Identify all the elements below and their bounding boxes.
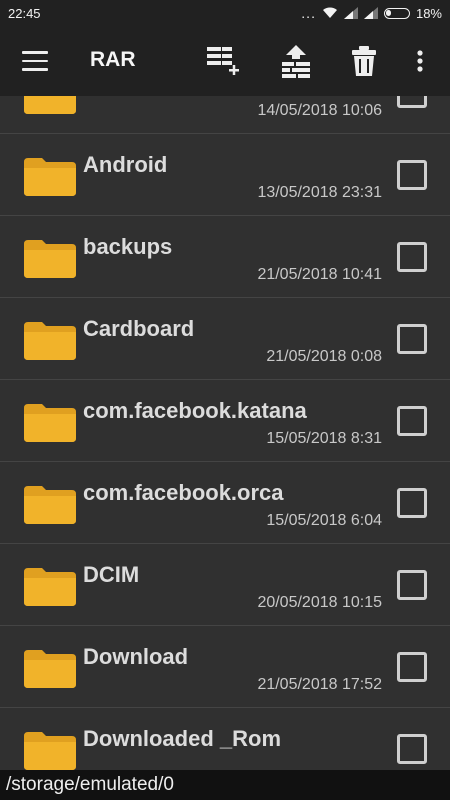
select-checkbox[interactable]	[397, 406, 427, 436]
file-name: backups	[83, 234, 173, 259]
file-name: Android	[83, 152, 168, 177]
file-row[interactable]: Android 13/05/2018 23:31	[0, 134, 450, 216]
status-icons: ... 18%	[301, 5, 442, 21]
folder-icon	[24, 96, 76, 114]
select-checkbox[interactable]	[397, 96, 427, 108]
file-name: Downloaded _Rom	[83, 726, 282, 751]
file-row[interactable]: dmap14/05/2018 10:06	[0, 96, 450, 134]
add-to-archive-icon[interactable]	[205, 43, 241, 79]
file-name: com.facebook.katana	[83, 398, 307, 423]
signal-icon	[363, 7, 378, 19]
status-bar: 22:45 ... 18%	[0, 0, 450, 26]
menu-icon[interactable]	[22, 51, 48, 71]
select-checkbox[interactable]	[397, 570, 427, 600]
file-date: 15/05/2018 6:04	[266, 512, 382, 529]
battery-icon	[383, 7, 410, 19]
file-name: Cardboard	[83, 316, 195, 341]
file-date: 21/05/2018 10:41	[257, 266, 382, 283]
signal-icon	[343, 7, 358, 19]
select-checkbox[interactable]	[397, 242, 427, 272]
select-checkbox[interactable]	[397, 160, 427, 190]
file-row[interactable]: com.facebook.katana 15/05/2018 8:31	[0, 380, 450, 462]
file-list-content: dmap14/05/2018 10:06 Android 13/05/2018 23…	[0, 96, 450, 770]
file-date: 20/05/2018 10:15	[257, 594, 382, 611]
file-date: 13/05/2018 23:31	[257, 184, 382, 201]
select-checkbox[interactable]	[397, 734, 427, 764]
status-time: 22:45	[8, 5, 41, 21]
file-row[interactable]: Downloaded _Rom	[0, 708, 450, 770]
extract-up-icon[interactable]	[278, 43, 314, 79]
folder-icon	[24, 568, 76, 606]
notification-dots: ...	[301, 5, 316, 21]
folder-icon	[24, 732, 76, 770]
folder-icon	[24, 322, 76, 360]
current-path: /storage/emulated/0	[0, 770, 450, 800]
file-name: DCIM	[83, 562, 140, 587]
file-date: 21/05/2018 0:08	[266, 348, 382, 365]
file-list[interactable]: dmap14/05/2018 10:06 Android 13/05/2018 23…	[0, 96, 450, 770]
file-row[interactable]: Download 21/05/2018 17:52	[0, 626, 450, 708]
folder-icon	[24, 158, 76, 196]
file-row[interactable]: Cardboard 21/05/2018 0:08	[0, 298, 450, 380]
select-checkbox[interactable]	[397, 324, 427, 354]
folder-icon	[24, 486, 76, 524]
file-row[interactable]: DCIM 20/05/2018 10:15	[0, 544, 450, 626]
file-row[interactable]: com.facebook.orca 15/05/2018 6:04	[0, 462, 450, 544]
delete-icon[interactable]	[346, 43, 382, 79]
folder-icon	[24, 650, 76, 688]
select-checkbox[interactable]	[397, 488, 427, 518]
file-row[interactable]: backups 21/05/2018 10:41	[0, 216, 450, 298]
wifi-icon	[322, 7, 337, 19]
folder-icon	[24, 404, 76, 442]
file-name: com.facebook.orca	[83, 480, 284, 505]
battery-percent: 18%	[415, 5, 442, 21]
file-date: 21/05/2018 17:52	[257, 676, 382, 693]
file-date: 15/05/2018 8:31	[266, 430, 382, 447]
folder-icon	[24, 240, 76, 278]
file-date: 14/05/2018 10:06	[257, 102, 382, 119]
more-vert-icon[interactable]	[405, 43, 435, 79]
app-toolbar: RAR	[0, 26, 450, 96]
select-checkbox[interactable]	[397, 652, 427, 682]
file-name: Download	[83, 644, 189, 669]
app-title: RAR	[90, 48, 136, 71]
